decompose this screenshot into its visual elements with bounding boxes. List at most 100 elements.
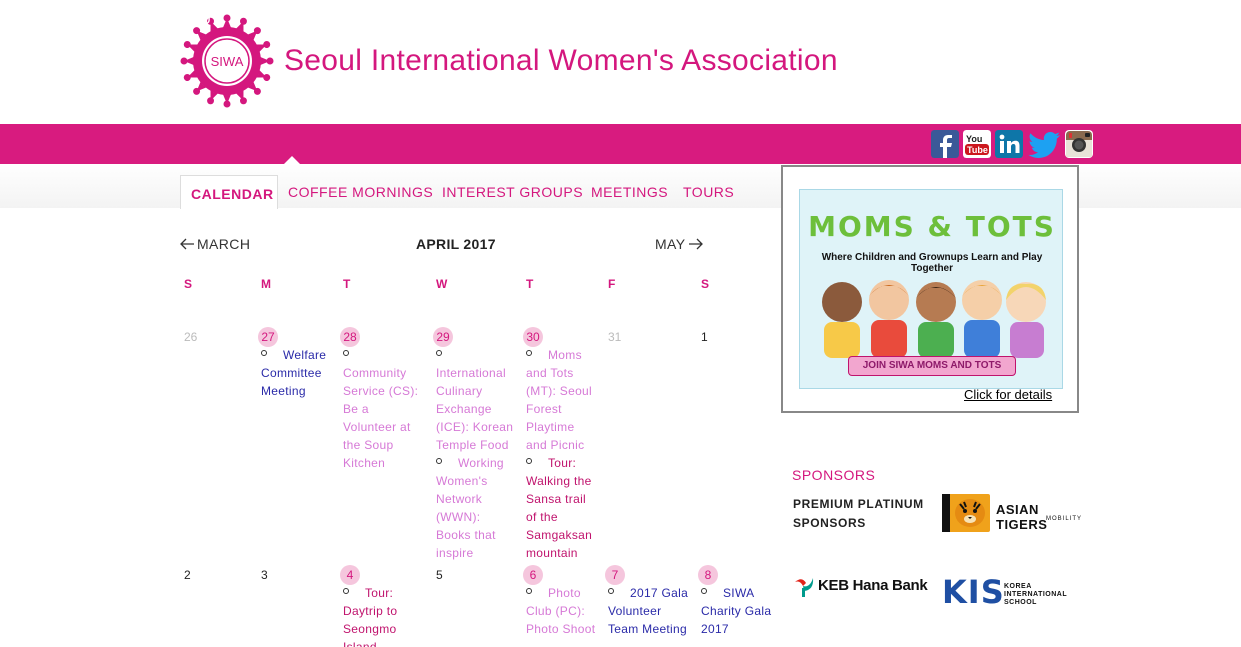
day-number: 2 — [184, 568, 191, 582]
tiger-face-icon — [942, 494, 985, 532]
kis-logo[interactable]: KIS KOREA INTERNATIONAL SCHOOL — [942, 573, 1082, 613]
subnav-item-calendar[interactable]: CALENDAR — [191, 186, 274, 202]
premium-sponsors-line1: PREMIUM PLATINUM — [793, 497, 924, 511]
keb-hana-bank-logo[interactable]: KEB Hana Bank — [792, 574, 934, 600]
day-number[interactable]: 4 — [340, 565, 360, 585]
day-number: 5 — [436, 568, 443, 582]
calendar-event-charity-gala[interactable]: SIWA Charity Gala 2017 — [701, 584, 777, 638]
calendar-event-culinary-exchange[interactable]: International Culinary Exchange (ICE): K… — [436, 346, 518, 454]
hana-bank-icon — [795, 578, 814, 597]
calendar-event-moms-and-tots[interactable]: Moms and Tots (MT): Seoul Forest Playtim… — [526, 346, 598, 454]
day-number: 31 — [608, 330, 622, 344]
event-bullet — [526, 350, 532, 356]
event-title: Photo Club (PC): Photo Shoot — [526, 586, 596, 636]
prev-month-link[interactable]: MARCH — [180, 236, 250, 252]
day-number[interactable]: 7 — [605, 565, 625, 585]
moms-and-tots-ad[interactable]: MOMS & TOTS Where Children and Grownups … — [781, 165, 1079, 413]
event-title: Moms and Tots (MT): Seoul Forest Playtim… — [526, 348, 592, 452]
dow-sunday: S — [184, 277, 193, 291]
day-number[interactable]: 8 — [698, 565, 718, 585]
day-number[interactable]: 29 — [433, 327, 453, 347]
click-for-details-link[interactable]: Click for details — [964, 387, 1052, 402]
arrow-left-icon — [180, 238, 194, 250]
day-number[interactable]: 30 — [523, 327, 543, 347]
sponsors-heading: SPONSORS — [792, 467, 876, 483]
svg-text:Tube: Tube — [967, 145, 988, 155]
event-title: Tour: Daytrip to Seongmo Island — [343, 586, 398, 647]
calendar-event-community-service[interactable]: Community Service (CS): Be a Volunteer a… — [343, 346, 423, 472]
prev-month-label: MARCH — [197, 236, 251, 252]
ad-subtitle: Where Children and Grownups Learn and Pl… — [821, 252, 1043, 274]
subnav-item-coffee-mornings[interactable]: COFFEE MORNINGS — [288, 184, 433, 200]
youtube-icon[interactable]: You Tube — [963, 130, 991, 158]
moms-and-tots-image[interactable]: MOMS & TOTS Where Children and Grownups … — [799, 189, 1063, 389]
day-number: 26 — [184, 330, 198, 344]
nav-item-events[interactable]: EVENTS — [471, 11, 534, 28]
event-bullet — [436, 350, 442, 356]
event-bullet — [608, 588, 614, 594]
premium-sponsors-line2: SPONSORS — [793, 516, 866, 530]
instagram-icon[interactable] — [1065, 130, 1093, 158]
nav-item-connect[interactable]: CONNECT — [366, 11, 444, 28]
nav-item-quicklinks[interactable]: QUICKLINKS — [735, 11, 831, 28]
kis-line2: INTERNATIONAL — [1004, 591, 1068, 598]
event-bullet — [526, 588, 532, 594]
kis-line1: KOREA — [1004, 583, 1032, 590]
ad-title: MOMS & TOTS — [808, 210, 1056, 243]
event-title: Tour: Walking the Sansa trail of the Sam… — [526, 456, 593, 560]
event-bullet — [436, 458, 442, 464]
calendar-event-sansa-trail-tour[interactable]: Tour: Walking the Sansa trail of the Sam… — [526, 454, 598, 562]
svg-text:SIWA: SIWA — [211, 54, 244, 69]
calendar-event-working-womens-network[interactable]: Working Women's Network (WWN): Books tha… — [436, 454, 516, 562]
day-number[interactable]: 28 — [340, 327, 360, 347]
calendar-event-seongmo-island-tour[interactable]: Tour: Daytrip to Seongmo Island — [343, 584, 415, 647]
nav-item-support[interactable]: SUPPORT — [632, 11, 708, 28]
next-month-label: MAY — [655, 236, 686, 252]
dow-wednesday: W — [436, 277, 448, 291]
day-number: 1 — [701, 330, 708, 344]
kis-line3: SCHOOL — [1004, 599, 1037, 606]
day-number[interactable]: 27 — [258, 327, 278, 347]
dow-friday: F — [608, 277, 616, 291]
event-title: 2017 Gala Volunteer Team Meeting — [608, 586, 689, 636]
arrow-right-icon — [688, 238, 703, 250]
nav-item-activities[interactable]: ACTIVITIES — [251, 11, 339, 28]
event-bullet — [701, 588, 707, 594]
linkedin-icon[interactable] — [995, 130, 1023, 158]
nav-item-about[interactable]: ABOUT — [167, 11, 221, 28]
kis-text: KIS — [942, 573, 1005, 611]
calendar-event-gala-volunteer-meeting[interactable]: 2017 Gala Volunteer Team Meeting — [608, 584, 694, 638]
dow-monday: M — [261, 277, 271, 291]
subnav-item-meetings[interactable]: MEETINGS — [591, 184, 668, 200]
day-number: 3 — [261, 568, 268, 582]
asian-tigers-logo[interactable]: ASIAN TIGERS MOBILITY — [942, 494, 1082, 534]
next-month-link[interactable]: MAY — [655, 236, 703, 252]
subnav-item-interest-groups[interactable]: INTEREST GROUPS — [442, 184, 583, 200]
event-title: Community Service (CS): Be a Volunteer a… — [343, 366, 419, 470]
dow-thursday: T — [526, 277, 534, 291]
active-nav-caret — [284, 156, 300, 164]
keb-hana-bank-text: KEB Hana Bank — [818, 577, 928, 594]
event-title: SIWA Charity Gala 2017 — [701, 586, 772, 636]
nav-item-join[interactable]: JOIN — [563, 11, 599, 28]
svg-text:You: You — [966, 134, 982, 144]
calendar-event-photo-club[interactable]: Photo Club (PC): Photo Shoot — [526, 584, 602, 638]
day-number[interactable]: 6 — [523, 565, 543, 585]
event-bullet — [343, 350, 349, 356]
dow-tuesday: T — [343, 277, 351, 291]
premium-sponsors-label: PREMIUM PLATINUM SPONSORS — [793, 495, 924, 533]
event-title: Welfare Committee Meeting — [261, 348, 327, 398]
site-title[interactable]: Seoul International Women's Association — [284, 44, 838, 78]
children-illustration — [822, 280, 1046, 358]
twitter-icon[interactable] — [1027, 130, 1061, 158]
tiger-icon — [942, 494, 990, 532]
facebook-icon[interactable] — [931, 130, 959, 158]
subnav-item-tours[interactable]: TOURS — [683, 184, 734, 200]
calendar-event-welfare-committee[interactable]: Welfare Committee Meeting — [261, 346, 337, 400]
event-title: Working Women's Network (WWN): Books tha… — [436, 456, 504, 560]
siwa-logo[interactable]: SIWA — [180, 14, 274, 108]
event-bullet — [526, 458, 532, 464]
join-moms-and-tots-banner[interactable]: JOIN SIWA MOMS AND TOTS — [848, 356, 1016, 376]
dow-saturday: S — [701, 277, 710, 291]
event-bullet — [343, 588, 349, 594]
